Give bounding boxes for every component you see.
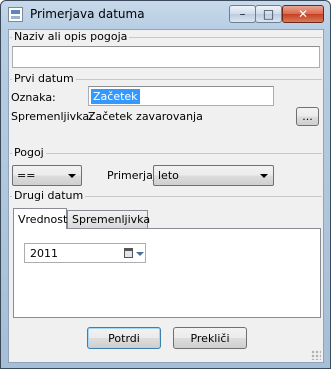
first-date-name-label: Oznaka: [11,91,56,104]
operator-select[interactable]: == [12,165,82,186]
calendar-icon [124,248,133,258]
compare-select[interactable]: leto [153,165,274,186]
second-date-tabs: Vrednost Spremenljivka 2011 [13,208,321,318]
resize-grip[interactable] [311,350,321,360]
confirm-button[interactable]: Potrdi [87,327,161,349]
second-date-picker[interactable]: 2011 [24,243,146,263]
minimize-button[interactable]: – [229,5,256,23]
second-date-group-label: Drugi datum [12,189,86,202]
cancel-button[interactable]: Prekliči [173,327,247,349]
dialog-window: Primerjava datuma – □ ✕ Naziv ali opis p… [0,0,331,369]
compare-value: leto [158,169,179,182]
description-input[interactable] [12,46,320,68]
title-bar[interactable]: Primerjava datuma – □ ✕ [1,1,330,29]
operator-value: == [17,169,36,182]
first-date-name-value: Začetek [91,89,140,104]
tab-value-panel: 2011 [13,228,321,318]
condition-group-label: Pogoj [12,146,46,159]
first-date-group: Prvi datum [10,72,322,85]
chevron-down-icon [260,174,268,178]
dialog-client-area: Naziv ali opis pogoja Prvi datum Oznaka:… [8,29,324,363]
second-date-group: Drugi datum [10,189,322,202]
first-date-variable-value: Začetek zavarovanja [88,110,203,123]
variable-browse-button[interactable]: ... [296,107,319,126]
app-form-icon [8,7,23,22]
close-button[interactable]: ✕ [282,5,324,23]
condition-group: Pogoj [10,146,322,159]
first-date-group-label: Prvi datum [12,72,76,85]
window-title: Primerjava datuma [30,7,145,21]
second-date-value: 2011 [30,247,58,260]
tab-value[interactable]: Vrednost [13,208,67,229]
chevron-down-icon[interactable] [136,252,144,256]
first-date-variable-label: Spremenljivka: [11,110,93,123]
chevron-down-icon [68,174,76,178]
description-group-label: Naziv ali opis pogoja [12,30,130,43]
description-group: Naziv ali opis pogoja [10,30,322,43]
first-date-name-input[interactable]: Začetek [88,86,274,106]
compare-label: Primerjaj: [107,169,160,182]
tab-variable[interactable]: Spremenljivka [67,210,150,228]
maximize-button[interactable]: □ [255,5,282,23]
